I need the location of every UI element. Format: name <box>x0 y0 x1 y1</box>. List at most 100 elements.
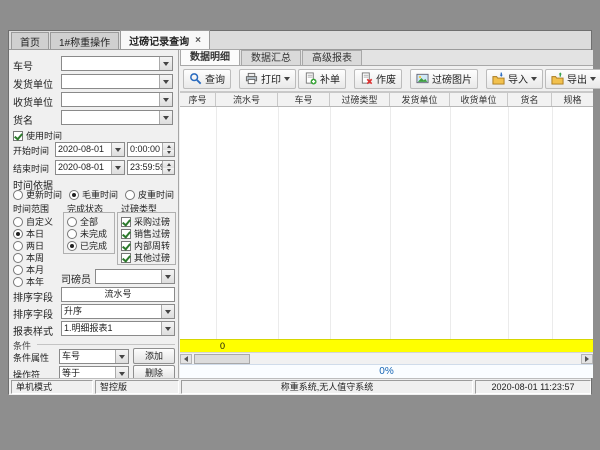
chevron-down-icon[interactable] <box>159 93 172 106</box>
tab-data-summary[interactable]: 数据汇总 <box>241 50 301 65</box>
chevron-down-icon[interactable] <box>159 57 172 70</box>
chevron-down-icon[interactable] <box>111 143 124 156</box>
close-tab-icon[interactable]: × <box>193 35 201 46</box>
time-range-header: 时间范围 <box>13 202 49 215</box>
radio-icon <box>13 253 23 263</box>
button-label: 补单 <box>320 71 340 86</box>
column-header-sender[interactable]: 发货单位 <box>390 93 450 107</box>
chevron-down-icon[interactable] <box>159 111 172 124</box>
radio-icon <box>13 265 23 275</box>
chevron-down-icon[interactable] <box>111 161 124 174</box>
tab-weigh-record-query[interactable]: 过磅记录查询 × <box>120 30 210 49</box>
chevron-down-icon[interactable] <box>115 350 128 363</box>
tab-label: 数据明细 <box>190 52 230 63</box>
tab-data-detail[interactable]: 数据明细 <box>180 49 240 65</box>
tab-advanced-report[interactable]: 高级报表 <box>302 50 362 65</box>
start-date-picker[interactable]: 2020-08-01 <box>55 142 125 157</box>
sender-unit-label: 发货单位 <box>13 76 53 91</box>
sort-field-text: 流水号 <box>104 289 131 299</box>
horizontal-scrollbar[interactable] <box>180 352 593 364</box>
receiver-unit-combo[interactable] <box>61 92 173 107</box>
app-window: 首页 1#称重操作 过磅记录查询 × 车号 发货单位 收货单位 货名 <box>8 30 592 394</box>
checkbox-icon <box>121 241 131 251</box>
chevron-down-icon <box>284 77 290 81</box>
grid-line <box>450 107 451 339</box>
radio-icon <box>13 190 23 200</box>
progress-bar: 0% <box>180 364 593 378</box>
progress-value: 0% <box>379 366 393 377</box>
column-header-serial[interactable]: 序号 <box>180 93 216 107</box>
query-button[interactable]: 查询 <box>183 69 231 89</box>
radio-icon <box>67 229 77 239</box>
sender-unit-combo[interactable] <box>61 74 173 89</box>
chevron-down-icon[interactable] <box>161 322 174 335</box>
document-delete-icon <box>360 72 373 85</box>
scroll-left-icon[interactable] <box>180 354 192 364</box>
chevron-down-icon[interactable] <box>159 75 172 88</box>
grid-body[interactable] <box>180 107 593 339</box>
export-button[interactable]: 导出 <box>545 69 600 89</box>
end-time-spinner[interactable]: 23:59:59 <box>127 160 175 175</box>
report-style-label: 报表样式 <box>13 323 53 338</box>
condition-attr-combo[interactable]: 车号 <box>59 349 129 364</box>
add-button-label: 添加 <box>145 351 163 361</box>
vehicle-no-combo[interactable] <box>61 56 173 71</box>
start-time-spinner[interactable]: 0:00:00 <box>127 142 175 157</box>
export-icon <box>551 72 564 85</box>
chevron-down-icon[interactable] <box>161 270 174 283</box>
column-header-receiver[interactable]: 收货单位 <box>450 93 508 107</box>
radio-icon <box>13 277 23 287</box>
use-time-checkbox[interactable]: 使用时间 <box>13 129 62 142</box>
time-basis-option-gross[interactable]: 毛重时间 <box>69 188 118 201</box>
checkbox-icon <box>121 229 131 239</box>
button-label: 打印 <box>261 71 281 86</box>
chevron-down-icon <box>531 77 537 81</box>
use-time-label: 使用时间 <box>26 129 62 142</box>
tab-home[interactable]: 首页 <box>11 32 49 49</box>
column-header-flow-no[interactable]: 流水号 <box>216 93 278 107</box>
column-header-weigh-type[interactable]: 过磅类型 <box>330 93 390 107</box>
end-date-picker[interactable]: 2020-08-01 <box>55 160 125 175</box>
void-button[interactable]: 作废 <box>354 69 402 89</box>
grid-header: 序号 流水号 车号 过磅类型 发货单位 收货单位 货名 规格 <box>180 92 593 107</box>
report-style-value: 1.明细报表1 <box>62 322 161 335</box>
goods-name-value <box>62 111 159 124</box>
condition-attr-label: 条件属性 <box>13 351 49 364</box>
weigh-type-other[interactable]: 其他过磅 <box>121 251 170 264</box>
import-button[interactable]: 导入 <box>486 69 543 89</box>
time-range-option-year[interactable]: 本年 <box>13 275 44 288</box>
weigher-combo[interactable] <box>95 269 175 284</box>
finish-status-option-finished[interactable]: 已完成 <box>67 239 107 252</box>
summary-count: 0 <box>220 341 225 351</box>
button-label: 过磅图片 <box>432 71 472 86</box>
spin-down-icon[interactable] <box>163 150 174 157</box>
spin-down-icon[interactable] <box>163 168 174 175</box>
report-style-combo[interactable]: 1.明细报表1 <box>61 321 175 336</box>
scroll-right-icon[interactable] <box>581 354 593 364</box>
start-date-value: 2020-08-01 <box>56 143 111 156</box>
column-header-goods[interactable]: 货名 <box>508 93 552 107</box>
print-button[interactable]: 打印 <box>239 69 296 89</box>
condition-attr-value: 车号 <box>60 350 115 363</box>
sort-field-value[interactable]: 流水号 <box>61 287 175 302</box>
goods-name-label: 货名 <box>13 112 33 127</box>
chevron-down-icon[interactable] <box>161 305 174 318</box>
option-label: 本年 <box>26 275 44 288</box>
option-label: 更新时间 <box>26 188 62 201</box>
radio-icon <box>69 190 79 200</box>
import-icon <box>492 72 505 85</box>
delete-button-label: 删除 <box>145 368 163 378</box>
radio-icon <box>67 217 77 227</box>
column-header-spec[interactable]: 规格 <box>552 93 593 107</box>
time-basis-option-tare[interactable]: 皮重时间 <box>125 188 174 201</box>
goods-name-combo[interactable] <box>61 110 173 125</box>
time-basis-option-update[interactable]: 更新时间 <box>13 188 62 201</box>
supplement-order-button[interactable]: 补单 <box>298 69 346 89</box>
checkbox-icon <box>121 253 131 263</box>
scrollbar-thumb[interactable] <box>194 354 250 364</box>
column-header-vehicle[interactable]: 车号 <box>278 93 330 107</box>
add-condition-button[interactable]: 添加 <box>133 348 175 364</box>
weigh-photo-button[interactable]: 过磅图片 <box>410 69 478 89</box>
sort-order-combo[interactable]: 升序 <box>61 304 175 319</box>
tab-weighing-operation[interactable]: 1#称重操作 <box>50 32 119 49</box>
